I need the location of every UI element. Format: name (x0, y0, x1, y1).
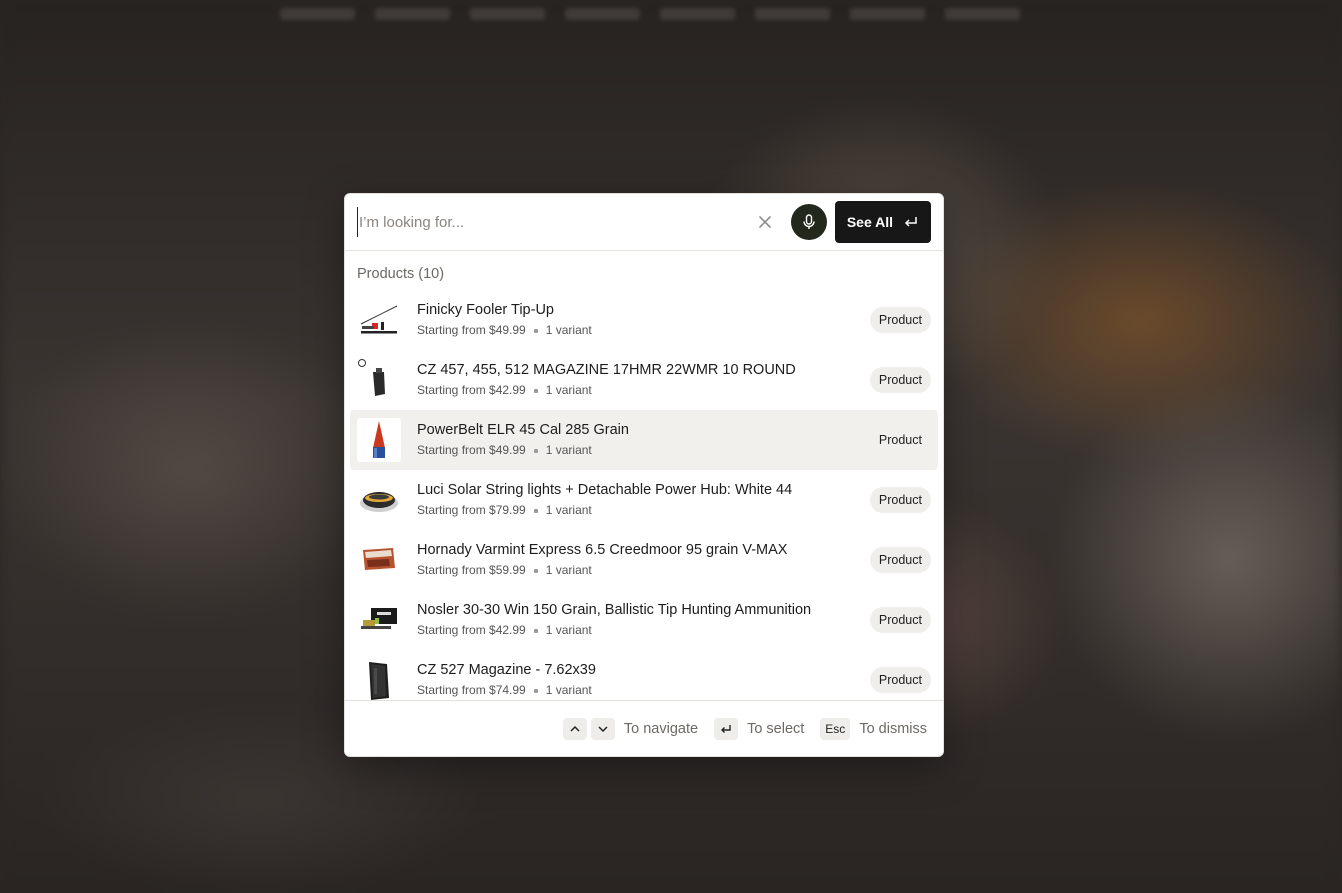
product-thumbnail (357, 478, 401, 522)
product-price: Starting from $42.99 (417, 623, 526, 637)
product-thumbnail (357, 418, 401, 462)
product-result-row[interactable]: Luci Solar String lights + Detachable Po… (350, 470, 938, 530)
product-thumbnail (357, 298, 401, 342)
dismiss-hint: To dismiss (859, 720, 927, 737)
product-price: Starting from $49.99 (417, 323, 526, 337)
esc-key: Esc (820, 717, 851, 740)
separator-dot (533, 388, 538, 393)
product-type-badge: Product (869, 607, 931, 633)
product-price: Starting from $59.99 (417, 563, 526, 577)
see-all-label: See All (846, 214, 893, 230)
product-title: Finicky Fooler Tip-Up (417, 302, 554, 318)
product-thumbnail (357, 658, 401, 700)
product-variants: 1 variant (545, 323, 592, 337)
product-variants: 1 variant (545, 443, 592, 457)
product-results-list: Finicky Fooler Tip-Up Starting from $49.… (345, 290, 943, 700)
navigate-hint: To navigate (623, 720, 699, 737)
product-result-row[interactable]: CZ 527 Magazine - 7.62x39 Starting from … (350, 650, 938, 700)
product-result-row[interactable]: CZ 457, 455, 512 MAGAZINE 17HMR 22WMR 10… (350, 350, 938, 410)
keyboard-hints-footer: To navigate To select Esc To dismiss (345, 700, 943, 756)
enter-key-icon (721, 724, 731, 733)
voice-search-button[interactable] (790, 204, 827, 240)
microphone-icon (803, 214, 815, 229)
product-title: Nosler 30-30 Win 150 Grain, Ballistic Ti… (417, 602, 812, 618)
product-price: Starting from $42.99 (417, 383, 526, 397)
product-type-badge: Product (869, 307, 931, 333)
product-variants: 1 variant (545, 383, 592, 397)
arrow-down-key (590, 717, 615, 740)
select-hint: To select (747, 720, 805, 737)
chevron-down-icon (598, 725, 608, 732)
products-section-title: Products (10) (357, 266, 445, 282)
product-result-row[interactable]: Finicky Fooler Tip-Up Starting from $49.… (350, 290, 938, 350)
product-result-row-highlighted[interactable]: PowerBelt ELR 45 Cal 285 Grain Starting … (350, 410, 938, 470)
product-type-badge: Product (869, 667, 931, 693)
search-bar: See All (345, 194, 943, 251)
product-variants: 1 variant (545, 623, 592, 637)
product-result-row[interactable]: Hornady Varmint Express 6.5 Creedmoor 95… (350, 530, 938, 590)
search-input[interactable] (357, 207, 753, 237)
product-variants: 1 variant (545, 563, 592, 577)
product-title: Luci Solar String lights + Detachable Po… (417, 482, 793, 498)
separator-dot (533, 328, 538, 333)
enter-key (714, 717, 739, 740)
product-variants: 1 variant (545, 503, 592, 517)
product-title: CZ 457, 455, 512 MAGAZINE 17HMR 22WMR 10… (417, 362, 796, 378)
product-result-row[interactable]: Nosler 30-30 Win 150 Grain, Ballistic Ti… (350, 590, 938, 650)
search-modal: See All Products (10) Finicky Fooler Tip… (344, 193, 944, 757)
product-type-badge: Product (878, 433, 922, 447)
enter-key-icon (904, 217, 917, 227)
product-thumbnail (357, 358, 401, 402)
product-variants: 1 variant (545, 683, 592, 697)
product-thumbnail (357, 598, 401, 642)
chevron-up-icon (570, 725, 580, 732)
close-icon (759, 216, 771, 228)
separator-dot (533, 448, 538, 453)
product-type-badge: Product (869, 547, 931, 573)
separator-dot (533, 568, 538, 573)
blurred-top-navigation (280, 8, 1020, 26)
product-price: Starting from $79.99 (417, 503, 526, 517)
clear-search-button[interactable] (753, 210, 777, 234)
product-title: CZ 527 Magazine - 7.62x39 (417, 662, 596, 678)
product-title: Hornady Varmint Express 6.5 Creedmoor 95… (417, 542, 788, 558)
separator-dot (533, 688, 538, 693)
product-type-badge: Product (869, 367, 931, 393)
product-price: Starting from $49.99 (417, 443, 526, 457)
separator-dot (533, 508, 538, 513)
arrow-up-key (562, 717, 587, 740)
product-title: PowerBelt ELR 45 Cal 285 Grain (417, 422, 629, 438)
see-all-button[interactable]: See All (834, 201, 931, 243)
product-type-badge: Product (869, 487, 931, 513)
separator-dot (533, 628, 538, 633)
product-thumbnail (357, 538, 401, 582)
product-price: Starting from $74.99 (417, 683, 526, 697)
